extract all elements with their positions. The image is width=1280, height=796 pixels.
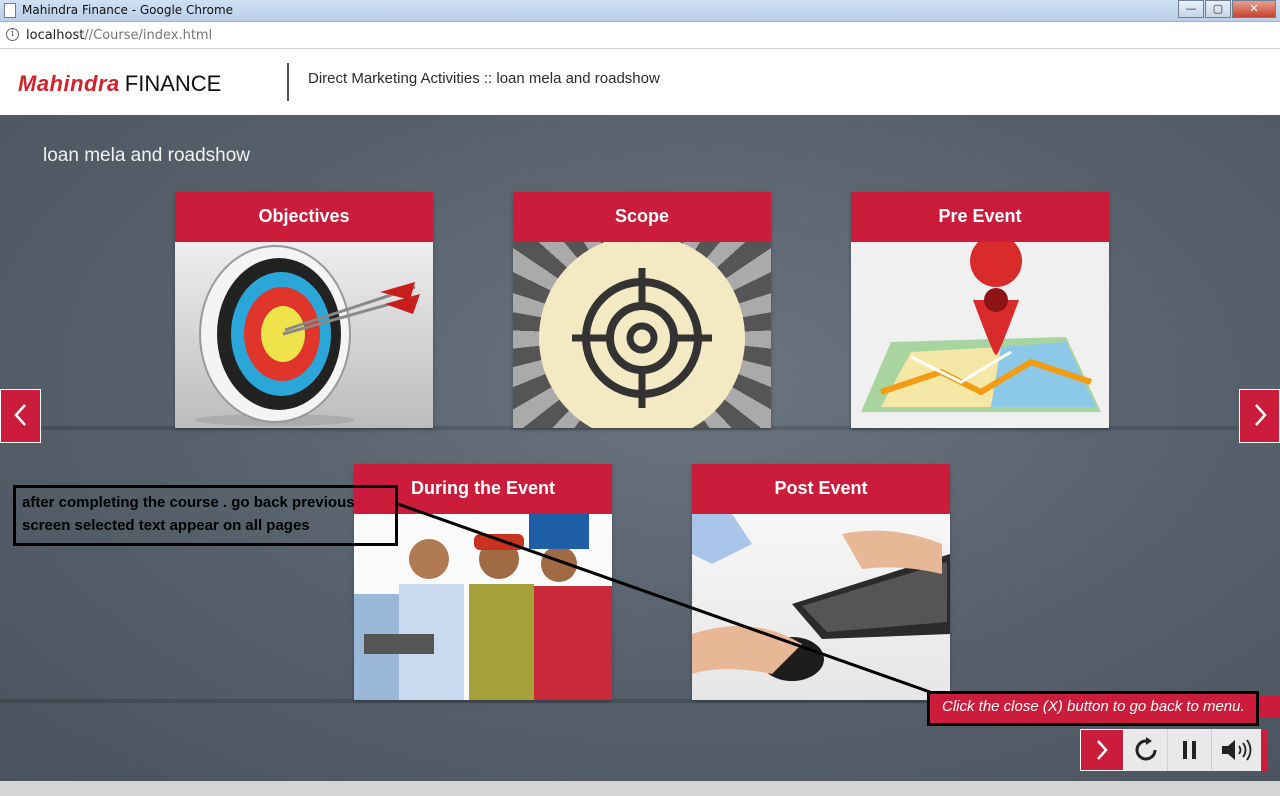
replay-button[interactable] [1124, 729, 1168, 771]
card-scope[interactable]: Scope [513, 192, 771, 428]
archery-target-image [175, 242, 433, 428]
card-post-event[interactable]: Post Event [692, 464, 950, 700]
chevron-left-icon [13, 404, 26, 426]
card-label: Scope [513, 192, 771, 242]
annotation-box: after completing the course . go back pr… [13, 485, 398, 546]
maximize-button[interactable]: ▢ [1205, 0, 1231, 18]
volume-icon [1221, 739, 1251, 761]
card-label: Objectives [175, 192, 433, 242]
next-button[interactable] [1080, 729, 1124, 771]
logo-brand-black: FINANCE [124, 71, 222, 96]
footer-strip [0, 781, 1280, 796]
card-objectives[interactable]: Objectives [175, 192, 433, 428]
pause-button[interactable] [1168, 729, 1212, 771]
app-header: Mahindra FINANCE Direct Marketing Activi… [0, 49, 1280, 115]
crosshair-image [513, 242, 771, 428]
card-pre-event[interactable]: Pre Event [851, 192, 1109, 428]
browser-title-bar: Mahindra Finance - Google Chrome — ▢ ✕ [0, 0, 1280, 22]
close-window-button[interactable]: ✕ [1232, 0, 1276, 18]
url-host: localhost [26, 28, 85, 43]
logo-brand-red: Mahindra [18, 71, 120, 96]
pause-icon [1182, 741, 1196, 759]
hint-banner-tail [1259, 695, 1280, 717]
card-label: Pre Event [851, 192, 1109, 242]
previous-page-button[interactable] [0, 389, 41, 443]
url-path: //Course/index.html [84, 28, 213, 43]
volume-button[interactable] [1212, 729, 1267, 771]
course-stage: loan mela and roadshow Objectives Scope [0, 115, 1280, 781]
annotation-line: after completing the course . go back pr… [22, 494, 355, 511]
annotation-line: screen selected text appear on all pages [22, 517, 310, 534]
mahindra-finance-logo: Mahindra FINANCE [18, 71, 221, 97]
next-page-button[interactable] [1239, 389, 1280, 443]
header-divider [287, 63, 289, 101]
chevron-right-icon [1254, 404, 1267, 426]
address-bar[interactable]: i localhost//Course/index.html [0, 22, 1280, 49]
minimize-button[interactable]: — [1178, 0, 1204, 18]
url-text[interactable]: localhost//Course/index.html [26, 28, 212, 43]
card-label: Post Event [692, 464, 950, 514]
close-hint-banner: Click the close (X) button to go back to… [927, 691, 1259, 726]
window-title: Mahindra Finance - Google Chrome [22, 3, 234, 17]
window-controls: — ▢ ✕ [1177, 0, 1276, 18]
map-pin-image [851, 242, 1109, 428]
info-icon[interactable]: i [6, 28, 19, 41]
replay-icon [1135, 737, 1156, 761]
chevron-right-icon [1097, 740, 1108, 760]
page-title: loan mela and roadshow [43, 145, 251, 166]
page-icon [4, 3, 16, 18]
keyboard-mouse-photo [692, 514, 950, 700]
player-controls [1080, 729, 1267, 771]
course-title: Direct Marketing Activities :: loan mela… [308, 70, 660, 87]
